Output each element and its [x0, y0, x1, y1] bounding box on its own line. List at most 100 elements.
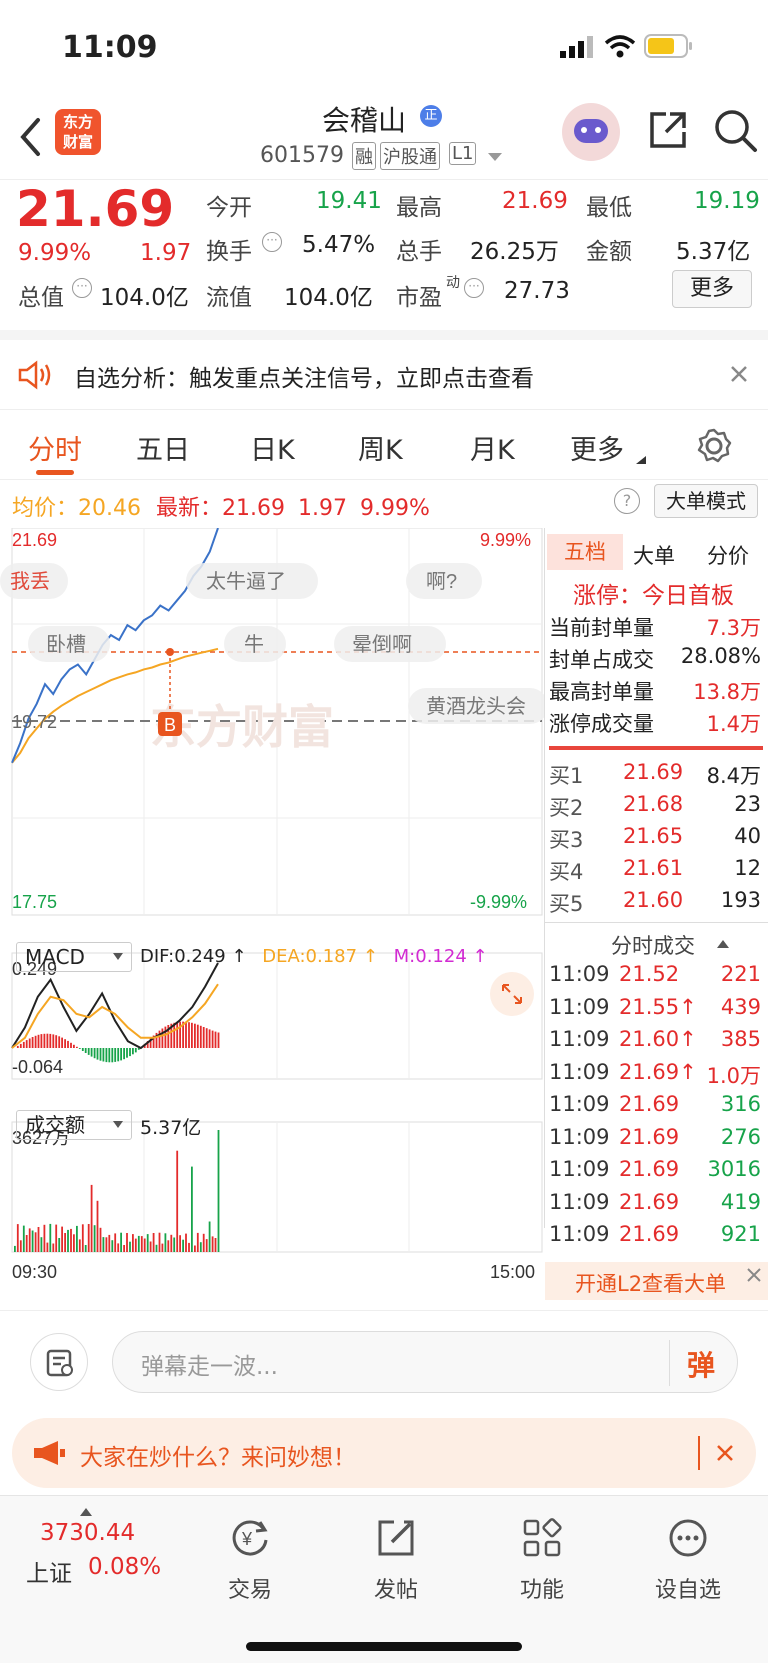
volume-bar — [217, 1130, 220, 1252]
macd-bar — [161, 1028, 164, 1048]
status-time: 11:09 — [62, 30, 158, 65]
dif-label: DIF:0.249 ↑ — [140, 946, 247, 967]
macd-bar — [108, 1048, 111, 1063]
robot-avatar-icon[interactable] — [562, 103, 620, 161]
volume-bar — [117, 1243, 120, 1252]
volume-bar — [58, 1238, 61, 1252]
tick-time: 11:09 — [549, 1027, 610, 1051]
tick-row: 11:09 21.60↑ 385 — [545, 1027, 767, 1061]
index-pct[interactable]: 0.08% — [88, 1554, 161, 1580]
dropdown-icon — [113, 953, 123, 960]
tick-row: 11:09 21.52 221 — [545, 962, 767, 996]
company-badge: 正 — [420, 105, 442, 127]
gear-icon[interactable] — [696, 428, 732, 464]
volume-bar — [143, 1238, 146, 1252]
tick-time: 11:09 — [549, 994, 610, 1019]
megaphone-icon — [34, 1441, 65, 1465]
bid-label: 买1 — [549, 764, 584, 788]
send-danmaku-button[interactable]: 弹 — [687, 1344, 715, 1384]
nav-trade[interactable]: ¥ 交易 — [190, 1516, 310, 1604]
tab-intraday[interactable]: 分时 — [28, 428, 82, 467]
volume-bar — [185, 1233, 187, 1252]
macd-bar — [185, 1021, 187, 1048]
ask-banner-text: 大家在炒什么？来问妙想！ — [80, 1445, 356, 1471]
tab-monthly-k[interactable]: 月K — [470, 428, 515, 467]
macd-bar — [99, 1048, 102, 1061]
pe-value: 27.73 — [504, 278, 570, 304]
tab-five-day[interactable]: 五日 — [136, 428, 190, 467]
high-label: 最高 — [396, 195, 442, 221]
comment-bar: 弹幕走一波... 弹 — [0, 1310, 768, 1410]
macd-bar — [76, 1046, 78, 1048]
large-order-mode-button[interactable]: 大单模式 — [654, 484, 758, 518]
info-icon[interactable]: ··· — [72, 278, 92, 298]
volume-bar — [149, 1241, 152, 1252]
volume-bar — [67, 1229, 69, 1252]
wifi-icon — [604, 35, 636, 58]
alert-banner[interactable]: 自选分析：触发重点关注信号，立即点击查看 — [0, 340, 768, 410]
macd-bar — [25, 1040, 28, 1048]
tick-price: 21.55↑ — [619, 994, 697, 1019]
tag-level: L1 — [449, 142, 477, 165]
ticks-title[interactable]: 分时成交 — [611, 930, 695, 960]
l2-banner[interactable]: 开通L2查看大单 — [545, 1262, 768, 1300]
macd-bar — [111, 1048, 114, 1063]
macd-bar — [37, 1034, 40, 1048]
info-icon[interactable]: ··· — [262, 232, 282, 252]
nav-add-watchlist[interactable]: 设自选 — [628, 1516, 748, 1604]
danmaku-settings-icon[interactable] — [30, 1333, 88, 1391]
macd-bar — [199, 1025, 202, 1048]
macd-bar — [205, 1028, 208, 1048]
close-icon[interactable] — [730, 365, 748, 383]
volume-bar — [194, 1245, 196, 1252]
index-name[interactable]: 上证 — [26, 1554, 72, 1588]
close-icon[interactable] — [716, 1444, 734, 1462]
dropdown-icon[interactable] — [488, 153, 502, 163]
volume-bar — [120, 1232, 122, 1252]
tick-row: 11:09 21.69 316 — [545, 1092, 767, 1126]
share-icon[interactable] — [648, 110, 688, 150]
tab-daily-k[interactable]: 日K — [250, 428, 295, 467]
back-icon[interactable] — [18, 117, 42, 157]
info-icon[interactable]: ··· — [464, 278, 484, 298]
nav-post[interactable]: 发帖 — [336, 1516, 456, 1604]
search-icon[interactable] — [714, 109, 758, 153]
volume-selector[interactable]: 成交额 — [16, 1110, 132, 1140]
tick-time: 11:09 — [549, 1157, 610, 1181]
macd-values: DIF:0.249 ↑ DEA:0.187 ↑ M:0.124 ↑ — [140, 946, 488, 967]
danmaku-bubble: 黄酒龙头会 — [426, 695, 526, 718]
macd-bar — [114, 1048, 117, 1062]
tick-price: 21.69 — [619, 1222, 680, 1246]
macd-bar — [43, 1033, 46, 1048]
bid-price: 21.68 — [623, 792, 684, 816]
macd-bar — [123, 1048, 125, 1060]
volume-bar — [214, 1238, 217, 1252]
tick-price: 21.69 — [619, 1157, 680, 1181]
help-icon[interactable]: ? — [614, 488, 640, 514]
nav-functions[interactable]: 功能 — [482, 1516, 602, 1604]
limit-title: 涨停：今日首板 — [573, 583, 734, 609]
index-value[interactable]: 3730.44 — [40, 1520, 135, 1546]
more-button[interactable]: 更多 — [672, 270, 752, 308]
bid-volume: 40 — [734, 824, 761, 848]
tick-row: 11:09 21.69 419 — [545, 1190, 767, 1224]
ask-banner[interactable]: 大家在炒什么？来问妙想！ — [12, 1418, 756, 1488]
chart-tabs: 分时 五日 日K 周K 月K 更多 — [0, 410, 768, 480]
volume-bar — [196, 1232, 199, 1252]
avg-value: 20.46 — [78, 496, 141, 521]
tab-five-level[interactable]: 五档 — [547, 534, 623, 570]
macd-selector[interactable]: MACD — [16, 942, 132, 972]
mktcap-label: 总值 — [18, 285, 64, 311]
tab-weekly-k[interactable]: 周K — [358, 428, 403, 467]
limit-row-value: 28.08% — [680, 644, 761, 668]
tab-price-split[interactable]: 分价 — [707, 540, 749, 570]
bottom-nav: 3730.44 上证 0.08% ¥ 交易 发帖 功能 设自选 — [0, 1495, 768, 1663]
tab-large-order[interactable]: 大单 — [633, 540, 675, 570]
danmaku-bubble: 卧槽 — [46, 633, 86, 656]
danmaku-input[interactable]: 弹幕走一波... 弹 — [112, 1331, 738, 1393]
close-icon[interactable] — [745, 1266, 763, 1284]
macd-bar — [84, 1048, 87, 1053]
volume-bar — [211, 1236, 214, 1252]
price-chart[interactable]: 东方财富 B 21.69 19.72 17.75 9.99% -9.99% 我丢… — [0, 528, 544, 1300]
tab-more[interactable]: 更多 — [570, 428, 624, 467]
